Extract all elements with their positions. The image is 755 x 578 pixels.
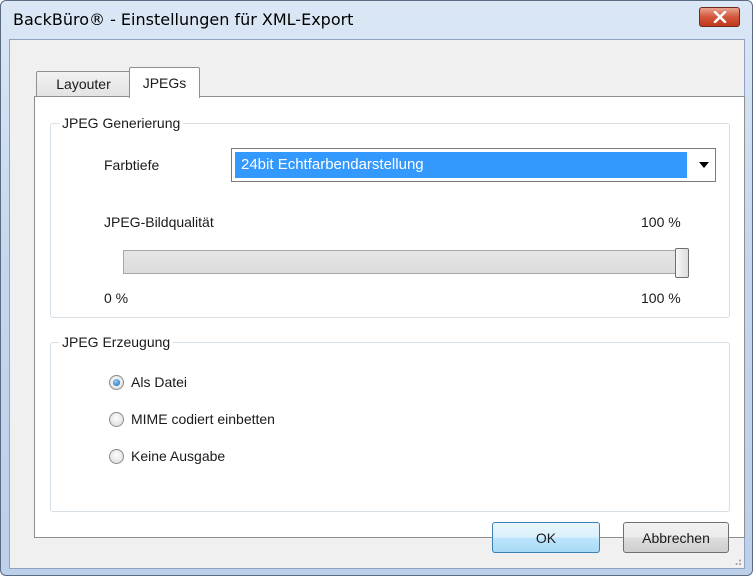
chevron-down-icon[interactable] bbox=[699, 162, 709, 168]
close-icon bbox=[713, 11, 726, 23]
tab-layouter[interactable]: Layouter bbox=[36, 71, 131, 96]
group-title-generierung: JPEG Generierung bbox=[59, 114, 184, 132]
group-jpeg-generierung: JPEG Generierung Farbtiefe 24bit Echtfar… bbox=[50, 114, 730, 318]
dialog-window: BackBüro® - Einstellungen für XML-Export… bbox=[0, 0, 753, 576]
radio-indicator[interactable] bbox=[109, 374, 124, 390]
resize-grip-icon[interactable] bbox=[732, 556, 742, 566]
quality-slider[interactable] bbox=[123, 248, 689, 278]
radio-label: Keine Ausgabe bbox=[131, 448, 226, 464]
radio-label: Als Datei bbox=[131, 374, 188, 390]
radio-indicator[interactable] bbox=[109, 411, 124, 427]
ok-button-label: OK bbox=[535, 529, 557, 546]
radio-als-datei[interactable]: Als Datei bbox=[109, 372, 187, 392]
tab-panel-jpegs: JPEG Generierung Farbtiefe 24bit Echtfar… bbox=[34, 96, 745, 538]
radio-mime-codiert[interactable]: MIME codiert einbetten bbox=[109, 409, 275, 429]
slider-min-label: 0 % bbox=[104, 290, 129, 306]
group-title-erzeugung: JPEG Erzeugung bbox=[59, 333, 174, 351]
farbtiefe-dropdown[interactable]: 24bit Echtfarbendarstellung bbox=[231, 148, 716, 182]
close-button[interactable] bbox=[699, 7, 740, 27]
quality-label: JPEG-Bildqualität bbox=[104, 214, 214, 230]
title-bar[interactable]: BackBüro® - Einstellungen für XML-Export bbox=[1, 1, 752, 39]
cancel-button[interactable]: Abbrechen bbox=[623, 522, 729, 553]
window-title: BackBüro® - Einstellungen für XML-Export bbox=[13, 10, 354, 29]
radio-keine-ausgabe[interactable]: Keine Ausgabe bbox=[109, 446, 225, 466]
tab-jpegs-label: JPEGs bbox=[142, 75, 187, 91]
dialog-client-area: Layouter JPEGs JPEG Generierung Farbtief… bbox=[9, 39, 745, 569]
tab-jpegs[interactable]: JPEGs bbox=[129, 67, 200, 98]
tab-layouter-label: Layouter bbox=[56, 76, 111, 92]
cancel-button-label: Abbrechen bbox=[642, 529, 710, 546]
group-jpeg-erzeugung: JPEG Erzeugung Als Datei MIME codiert ei… bbox=[50, 333, 730, 512]
ok-button[interactable]: OK bbox=[492, 522, 600, 553]
radio-indicator[interactable] bbox=[109, 448, 124, 464]
slider-thumb[interactable] bbox=[675, 248, 689, 278]
farbtiefe-label: Farbtiefe bbox=[104, 157, 160, 173]
slider-max-label: 100 % bbox=[641, 290, 681, 306]
radio-label: MIME codiert einbetten bbox=[131, 411, 275, 427]
farbtiefe-selected-value: 24bit Echtfarbendarstellung bbox=[235, 152, 687, 178]
quality-value: 100 % bbox=[641, 214, 681, 230]
